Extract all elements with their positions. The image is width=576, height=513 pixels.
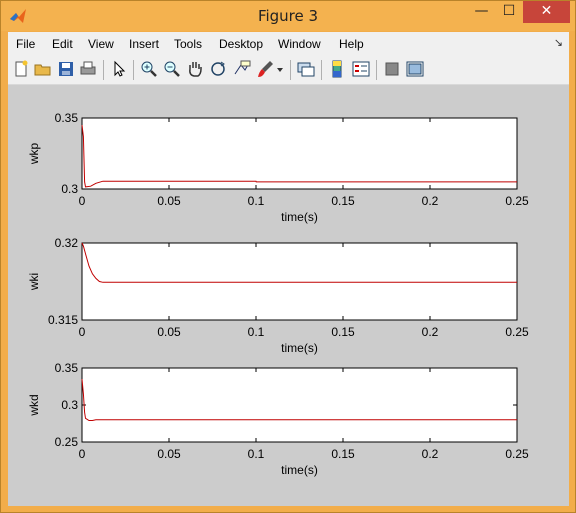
brush-dropdown-icon[interactable] (275, 59, 285, 79)
x-tick-label: 0.25 (505, 325, 529, 339)
toolbar-separator (133, 60, 134, 80)
open-file-icon[interactable] (33, 59, 53, 79)
figure-window: Figure 3 — ☐ ✕ File Edit View Insert Too… (0, 0, 576, 513)
brush-icon[interactable] (256, 59, 276, 79)
legend-icon[interactable] (351, 59, 371, 79)
y-tick-label: 0.32 (55, 236, 79, 250)
x-axis-label: time(s) (281, 210, 318, 224)
zoom-out-icon[interactable] (162, 59, 182, 79)
x-tick-label: 0.2 (422, 325, 439, 339)
menu-view[interactable]: View (88, 37, 114, 51)
x-tick-label: 0.1 (248, 447, 265, 461)
x-tick-label: 0.1 (248, 194, 265, 208)
x-tick-label: 0 (79, 194, 86, 208)
y-axis-label: wkd (27, 394, 41, 416)
rotate-3d-icon[interactable] (208, 59, 228, 79)
new-figure-icon[interactable] (11, 59, 31, 79)
x-tick-label: 0.25 (505, 447, 529, 461)
menu-desktop[interactable]: Desktop (219, 37, 263, 51)
plot-area: 0 0.05 0.1 0.15 0.2 0.25 0.3 0.35 time(s) wkp 0 0.0… (27, 111, 529, 477)
y-tick-label: 0.3 (61, 398, 78, 412)
pan-hand-icon[interactable] (185, 59, 205, 79)
x-axis-label: time(s) (281, 463, 318, 477)
menu-insert[interactable]: Insert (129, 37, 159, 51)
x-tick-label: 0.15 (331, 325, 355, 339)
close-button[interactable]: ✕ (523, 1, 570, 23)
x-tick-label: 0.25 (505, 194, 529, 208)
x-tick-label: 0.05 (157, 447, 181, 461)
minimize-button[interactable]: — (468, 1, 495, 23)
show-plot-tools-icon[interactable] (405, 59, 425, 79)
axes-wki: 0 0.05 0.1 0.15 0.2 0.25 0.315 0.32 time(s) wki (27, 236, 529, 355)
y-axis-label: wkp (27, 143, 41, 166)
toolbar-separator (376, 60, 377, 80)
x-tick-label: 0.1 (248, 325, 265, 339)
axes-wkd: 0 0.05 0.1 0.15 0.2 0.25 0.25 0.3 0.35 time(s) wkd (27, 361, 529, 477)
x-tick-label: 0 (79, 325, 86, 339)
x-tick-label: 0 (79, 447, 86, 461)
y-tick-label: 0.3 (61, 182, 78, 196)
maximize-button[interactable]: ☐ (496, 1, 522, 23)
save-icon[interactable] (56, 59, 76, 79)
x-tick-label: 0.05 (157, 194, 181, 208)
data-cursor-icon[interactable] (232, 59, 252, 79)
axes-box (81, 117, 518, 190)
toolbar-separator (290, 60, 291, 80)
link-plot-icon[interactable] (296, 59, 316, 79)
menu-help[interactable]: Help (339, 37, 364, 51)
y-axis-label: wki (27, 273, 41, 291)
y-tick-label: 0.25 (55, 435, 79, 449)
x-tick-label: 0.2 (422, 447, 439, 461)
axes-wkp: 0 0.05 0.1 0.15 0.2 0.25 0.3 0.35 time(s) wkp (27, 111, 529, 224)
figure-toolbar (8, 56, 569, 85)
y-tick-label: 0.35 (55, 111, 79, 125)
toolbar-separator (103, 60, 104, 80)
toolbar-separator (321, 60, 322, 80)
menu-window[interactable]: Window (278, 37, 321, 51)
menu-file[interactable]: File (16, 37, 35, 51)
print-icon[interactable] (78, 59, 98, 79)
axes-box (81, 367, 518, 443)
figure-client-area: File Edit View Insert Tools Desktop Wind… (8, 32, 569, 506)
title-bar[interactable]: Figure 3 — ☐ ✕ (1, 1, 575, 31)
pointer-icon[interactable] (109, 59, 129, 79)
x-tick-label: 0.2 (422, 194, 439, 208)
menu-tools[interactable]: Tools (174, 37, 202, 51)
y-tick-label: 0.315 (48, 313, 78, 327)
hide-plot-tools-icon[interactable] (382, 59, 402, 79)
x-axis-label: time(s) (281, 341, 318, 355)
y-tick-label: 0.35 (55, 361, 79, 375)
colorbar-icon[interactable] (327, 59, 347, 79)
dock-arrow-icon[interactable]: ↘ (554, 36, 563, 49)
x-tick-label: 0.15 (331, 447, 355, 461)
menu-bar: File Edit View Insert Tools Desktop Wind… (8, 32, 569, 56)
menu-edit[interactable]: Edit (52, 37, 73, 51)
zoom-in-icon[interactable] (139, 59, 159, 79)
x-tick-label: 0.05 (157, 325, 181, 339)
axes-box (81, 242, 518, 321)
x-tick-label: 0.15 (331, 194, 355, 208)
